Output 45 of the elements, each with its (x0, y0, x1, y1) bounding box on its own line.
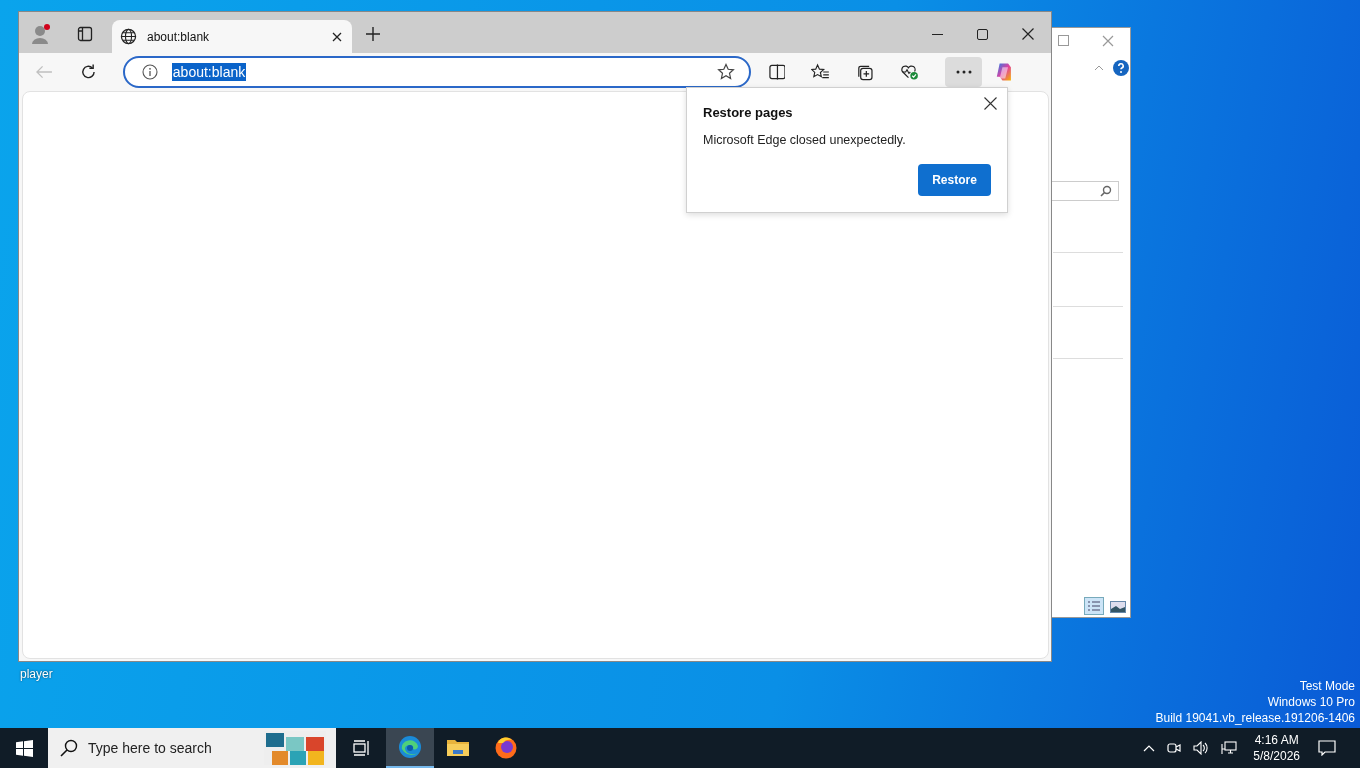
popup-title: Restore pages (703, 105, 793, 120)
globe-icon (120, 28, 137, 45)
windows-icon (15, 739, 33, 757)
popup-message: Microsoft Edge closed unexpectedly. (703, 133, 906, 147)
search-field[interactable]: Type here to search (48, 728, 336, 768)
volume-icon[interactable] (1193, 741, 1210, 755)
health-icon[interactable] (900, 63, 919, 81)
split-screen-icon[interactable] (768, 64, 786, 80)
system-info-text: Windows 10 Pro (1267, 694, 1355, 710)
tab-actions-icon[interactable] (77, 26, 93, 42)
favorites-icon[interactable] (811, 63, 831, 81)
preview-view-icon[interactable] (1110, 601, 1126, 613)
system-info-text: Test Mode (1299, 678, 1355, 694)
camera-icon[interactable] (1167, 741, 1182, 755)
clock[interactable]: 4:16 AM 5/8/2026 (1253, 732, 1300, 764)
search-icon (1100, 185, 1112, 197)
close-icon[interactable] (984, 97, 997, 110)
folder-icon (446, 737, 470, 757)
info-icon (141, 64, 158, 80)
close-icon[interactable] (1022, 28, 1034, 40)
star-icon[interactable] (716, 63, 735, 81)
address-text: about:blank (171, 63, 247, 81)
task-view-icon (353, 740, 371, 756)
refresh-icon[interactable] (79, 63, 97, 81)
address-bar[interactable]: about:blank (122, 56, 751, 88)
clock-date: 5/8/2026 (1253, 748, 1300, 764)
notifications-icon[interactable] (1318, 740, 1336, 756)
browser-tab[interactable]: about:blank (112, 20, 352, 53)
new-tab-icon[interactable] (366, 27, 380, 41)
desktop-icon-label: player (20, 667, 53, 681)
restore-button[interactable]: Restore (918, 164, 991, 196)
close-icon[interactable] (332, 31, 342, 42)
edge-icon (398, 735, 422, 759)
profile-icon[interactable] (30, 23, 52, 45)
help-icon[interactable] (1113, 60, 1129, 76)
taskbar-app-button[interactable] (386, 728, 434, 768)
maximize-icon[interactable] (977, 29, 988, 40)
tab-title: about:blank (147, 29, 211, 44)
more-icon (955, 70, 972, 74)
search-placeholder: Type here to search (88, 740, 213, 756)
firefox-icon (494, 735, 518, 759)
system-info-text: Build 19041.vb_release.191206-1406 (1155, 710, 1355, 726)
clock-time: 4:16 AM (1254, 732, 1299, 748)
network-icon[interactable] (1221, 741, 1238, 755)
search-icon (60, 739, 78, 757)
